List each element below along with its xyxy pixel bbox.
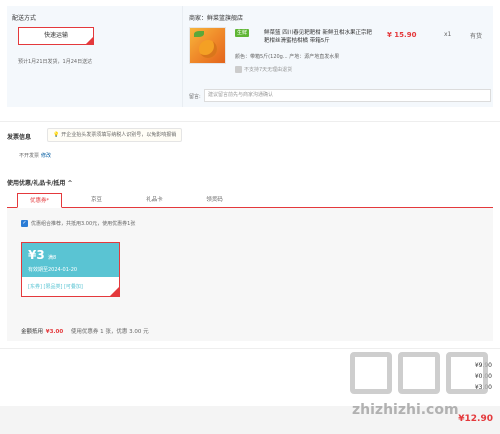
- discount-amount: ¥3.00: [45, 329, 64, 335]
- remark-label: 留言:: [189, 94, 201, 100]
- no-return-notice: 不支持7天无理由退货: [235, 66, 292, 73]
- coupon-section-title[interactable]: 使用优惠/礼品卡/抵用 ^: [7, 178, 73, 187]
- selected-corner-icon: [86, 37, 93, 44]
- stock-status: 有货: [470, 33, 483, 40]
- coupon-tags: [东券] [限品类] [可叠加]: [28, 284, 83, 290]
- site-watermark: zhizhizhi.com: [340, 350, 500, 430]
- discount-label: 金额抵用: [21, 329, 44, 335]
- divider: [0, 121, 500, 122]
- discount-detail: 使用优惠券 1 张，优惠 3.00 元: [70, 329, 149, 335]
- section-divider: [182, 6, 183, 107]
- orange-icon: [199, 40, 217, 58]
- coupon-card[interactable]: ¥3 满8 有效期至2024-01-20 [东券] [限品类] [可叠加]: [21, 242, 120, 297]
- tab-gift-card[interactable]: 礼品卡: [137, 193, 172, 208]
- delivery-eta: 预计1月21日发货，1月24日送达: [18, 59, 93, 65]
- delivery-option-button[interactable]: 快速运输: [18, 27, 94, 45]
- discount-summary: 金额抵用 ¥3.00 使用优惠券 1 张，优惠 3.00 元: [21, 327, 149, 335]
- coupon-card-header: ¥3 满8 有效期至2024-01-20: [22, 243, 119, 277]
- checkbox-checked-icon[interactable]: ✓: [21, 220, 28, 227]
- tab-redeem-code[interactable]: 领货码: [197, 193, 232, 208]
- selected-corner-icon: [110, 287, 119, 296]
- invoice-title: 发票信息: [7, 134, 32, 141]
- invoice-modify-link[interactable]: 修改: [41, 153, 51, 159]
- invoice-tip-text: 开企业抬头发票须填写纳税人识别号，以免影响报销: [61, 132, 177, 138]
- product-badge: 生鲜: [235, 29, 250, 37]
- coupon-tabs: 优惠券* 京豆 礼品卡 领货码: [7, 193, 493, 208]
- watermark-text: zhizhizhi.com: [352, 402, 459, 418]
- no-return-text: 不支持7天无理由退货: [244, 67, 293, 73]
- product-name[interactable]: 鲜菜篮 四川春见耙耙柑 新鲜丑柑水果正宗耙耙柑丝滑蜜桔柑橘 带箱5斤: [264, 29, 374, 45]
- tab-coupons[interactable]: 优惠券*: [17, 193, 62, 208]
- watermark-glyph: [446, 352, 488, 394]
- product-qty: x1: [444, 31, 452, 38]
- product-price: ¥ 15.90: [387, 31, 417, 39]
- delivery-label: 配送方式: [12, 15, 37, 22]
- invoice-tip: 💡 开企业抬头发票须填写纳税人识别号，以免影响报销: [47, 128, 183, 142]
- invoice-value: 不开发票 修改: [19, 152, 51, 159]
- leaf-icon: [194, 31, 204, 37]
- combo-recommend-row[interactable]: ✓ 优惠组合推荐，共抵用3.00元，使用优惠券1张: [21, 220, 135, 227]
- watermark-glyph: [350, 352, 392, 394]
- shop-name[interactable]: 商家：鲜菜篮旗舰店: [189, 13, 243, 22]
- watermark-glyph: [398, 352, 440, 394]
- coupon-amount: ¥3: [28, 248, 45, 262]
- bulb-icon: 💡: [53, 132, 60, 138]
- coupon-expiry: 有效期至2024-01-20: [28, 267, 78, 273]
- invoice-choice: 不开发票: [19, 153, 40, 159]
- product-image[interactable]: [189, 27, 226, 64]
- combo-text: 优惠组合推荐，共抵用3.00元，使用优惠券1张: [31, 221, 136, 227]
- product-spec: 颜色：带箱5斤(120g... 产地：源产地直发水果: [235, 54, 340, 60]
- delivery-option-label: 快速运输: [43, 32, 68, 39]
- tab-jingdou[interactable]: 京豆: [79, 193, 114, 208]
- no-return-icon: [235, 66, 242, 73]
- remark-input[interactable]: 建议留言前先与商家沟通确认: [204, 89, 491, 102]
- coupon-condition: 满8: [48, 255, 57, 261]
- divider: [0, 348, 500, 349]
